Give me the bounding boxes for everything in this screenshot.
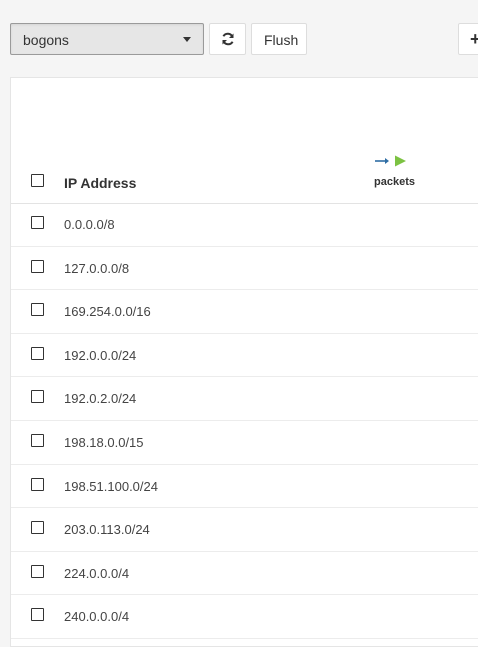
row-checkbox[interactable] <box>31 390 44 404</box>
alias-select-value: bogons <box>23 32 69 48</box>
plus-icon: + <box>470 29 478 49</box>
refresh-button[interactable] <box>209 23 246 55</box>
ip-address-cell: 127.0.0.0/8 <box>64 260 130 276</box>
ip-address-cell: 198.18.0.0/15 <box>64 434 144 450</box>
toolbar: bogons Flush + <box>0 0 478 70</box>
table-row: 203.0.113.0/24 <box>11 508 478 552</box>
ip-address-cell: 192.0.2.0/24 <box>64 391 137 407</box>
row-checkbox[interactable] <box>31 216 44 229</box>
ip-address-cell: 240.0.0.0/4 <box>64 609 130 625</box>
play-icon <box>395 155 406 167</box>
row-checkbox[interactable] <box>31 259 44 273</box>
ip-address-cell: 0.0.0.0/8 <box>64 217 115 232</box>
table-row: 192.0.0.0/24 <box>11 334 478 378</box>
table-row: 240.0.0.0/4 <box>11 595 478 639</box>
row-checkbox[interactable] <box>31 521 44 535</box>
packets-direction-icons <box>375 155 406 167</box>
table-row: 198.18.0.0/15 <box>11 421 478 465</box>
table-row: 0.0.0.0/8 <box>11 203 478 247</box>
row-checkbox[interactable] <box>31 346 44 360</box>
table-row: 169.254.0.0/16 <box>11 290 478 334</box>
flush-button-label: Flush <box>264 32 299 48</box>
add-button[interactable]: + <box>458 23 478 55</box>
refresh-icon <box>222 32 234 46</box>
ip-address-cell: 192.0.0.0/24 <box>64 347 137 363</box>
row-checkbox[interactable] <box>31 433 44 447</box>
table-header: IP Address packets <box>11 78 478 204</box>
row-checkbox[interactable] <box>31 303 44 317</box>
table-row: 127.0.0.0/8 <box>11 247 478 291</box>
table-row: 224.0.0.0/4 <box>11 552 478 596</box>
column-header-packets: packets <box>374 176 415 188</box>
select-all-checkbox[interactable] <box>31 174 44 187</box>
row-checkbox[interactable] <box>31 477 44 491</box>
table-row: 192.0.2.0/24 <box>11 377 478 421</box>
flush-button[interactable]: Flush <box>251 23 307 55</box>
chevron-down-icon <box>183 37 191 42</box>
arrow-right-icon <box>375 158 389 164</box>
alias-table-panel: IP Address packets 0.0.0.0/8 127.0.0.0/8 1… <box>10 77 478 647</box>
table-body: 0.0.0.0/8 127.0.0.0/8 169.254.0.0/16 192.0.… <box>11 203 478 639</box>
row-checkbox[interactable] <box>31 564 44 578</box>
row-checkbox[interactable] <box>31 608 44 622</box>
ip-address-cell: 224.0.0.0/4 <box>64 565 130 581</box>
alias-select[interactable]: bogons <box>10 23 204 55</box>
ip-address-cell: 198.51.100.0/24 <box>64 478 158 494</box>
column-header-ip-address: IP Address <box>64 175 137 191</box>
table-row: 198.51.100.0/24 <box>11 465 478 509</box>
ip-address-cell: 203.0.113.0/24 <box>64 522 150 538</box>
ip-address-cell: 169.254.0.0/16 <box>64 304 151 320</box>
